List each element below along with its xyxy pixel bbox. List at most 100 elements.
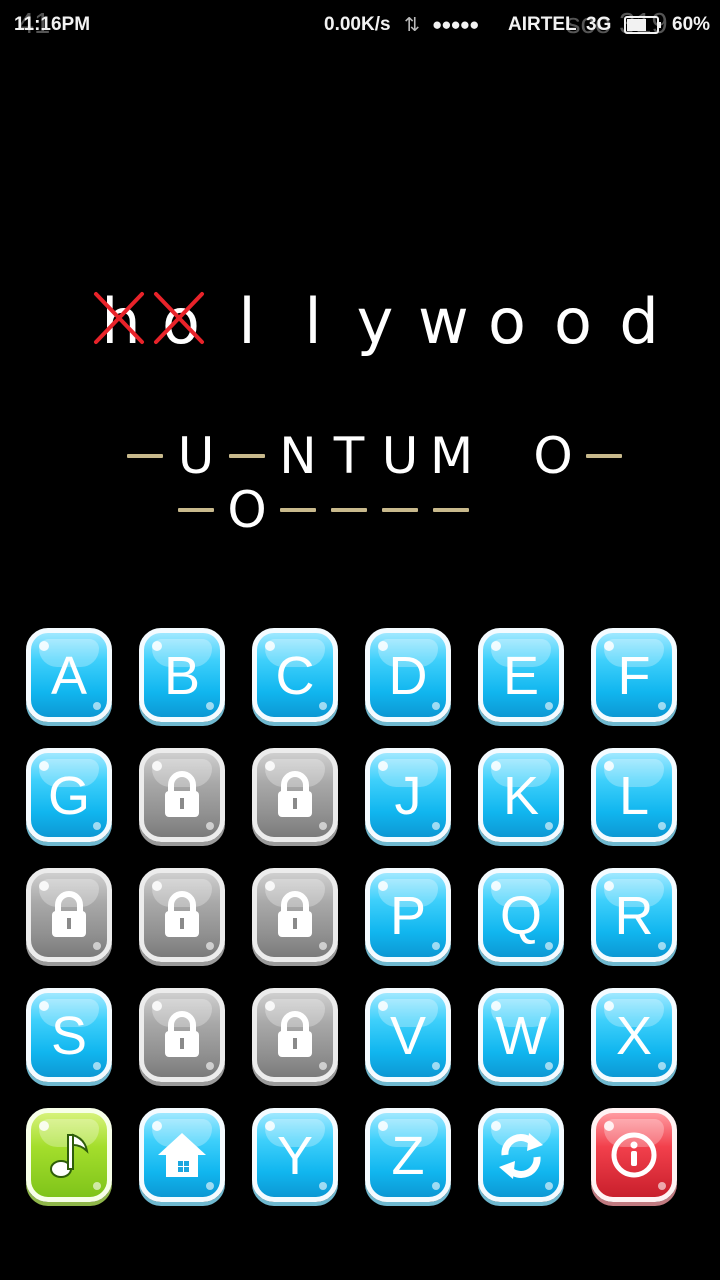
letter-key-a[interactable]: A	[26, 628, 112, 722]
letter-key-d[interactable]: D	[365, 628, 451, 722]
letter-key-s[interactable]: S	[26, 988, 112, 1082]
key-label: Q	[499, 886, 542, 946]
lock-icon	[165, 771, 199, 817]
puzzle-letter-slot	[226, 426, 268, 486]
key-label: R	[614, 886, 654, 946]
lock-icon	[165, 891, 199, 937]
key-label: A	[50, 646, 88, 706]
letter-key-v[interactable]: V	[365, 988, 451, 1082]
locked-letter-key	[139, 748, 225, 842]
used-word-letter: l	[238, 285, 256, 358]
key-label: P	[389, 886, 427, 946]
letter-key-c[interactable]: C	[252, 628, 338, 722]
locked-letter-key	[26, 868, 112, 962]
revealed-letter: U	[381, 427, 419, 485]
home-button[interactable]	[139, 1108, 225, 1202]
key-label: G	[47, 766, 90, 826]
info-button[interactable]	[591, 1108, 677, 1202]
blank-dash	[382, 508, 418, 512]
key-label: S	[50, 1006, 88, 1066]
puzzle-letter-slot: O	[532, 426, 574, 486]
key-label: V	[389, 1006, 427, 1066]
data-transfer-icon: ⇅	[404, 15, 420, 36]
used-word-letter: o	[488, 285, 526, 358]
restart-button[interactable]	[478, 1108, 564, 1202]
puzzle-letter-slot	[379, 480, 421, 540]
revealed-letter: O	[227, 481, 267, 539]
music-note-icon	[50, 1133, 89, 1178]
status-battery-percent: 60%	[672, 14, 711, 35]
info-icon	[611, 1132, 657, 1178]
blank-dash	[127, 454, 163, 458]
revealed-letter: M	[430, 427, 474, 485]
used-word-letter: d	[619, 285, 659, 358]
puzzle-letter-slot: U	[379, 426, 421, 486]
letter-key-p[interactable]: P	[365, 868, 451, 962]
letter-key-z[interactable]: Z	[365, 1108, 451, 1202]
locked-letter-key	[252, 988, 338, 1082]
puzzle-letter-slot	[328, 480, 370, 540]
cross-mark-icon	[154, 292, 204, 344]
status-carrier: AIRTEL	[508, 14, 577, 35]
status-time: 11:16PM	[14, 14, 91, 35]
refresh-icon	[499, 1133, 543, 1179]
key-label: C	[275, 646, 315, 706]
lock-icon	[165, 1011, 199, 1057]
key-label: K	[502, 766, 540, 826]
blank-dash	[280, 508, 316, 512]
battery-icon	[624, 16, 661, 34]
status-network-speed: 0.00K/s	[324, 14, 391, 35]
letter-key-e[interactable]: E	[478, 628, 564, 722]
used-word-letter: l	[304, 285, 322, 358]
letter-key-l[interactable]: L	[591, 748, 677, 842]
status-bar: 41 sco 319 11:16PM 0.00K/s ⇅ ●●●●● AIRTE…	[0, 0, 720, 52]
music-toggle-button[interactable]	[26, 1108, 112, 1202]
locked-letter-key	[139, 868, 225, 962]
letter-key-w[interactable]: W	[478, 988, 564, 1082]
blank-dash	[331, 508, 367, 512]
puzzle-letter-slot: N	[277, 426, 319, 486]
letter-key-x[interactable]: X	[591, 988, 677, 1082]
puzzle-letter-slot	[583, 426, 625, 486]
key-label: L	[618, 766, 650, 826]
puzzle-letter-slot	[124, 426, 166, 486]
used-word-letter: o	[554, 285, 592, 358]
letter-key-q[interactable]: Q	[478, 868, 564, 962]
letter-key-k[interactable]: K	[478, 748, 564, 842]
key-label: F	[617, 646, 651, 706]
key-label: E	[502, 646, 540, 706]
revealed-letter: U	[177, 427, 215, 485]
blank-dash	[586, 454, 622, 458]
revealed-letter: T	[333, 427, 365, 485]
blank-dash	[178, 508, 214, 512]
lock-icon	[278, 771, 312, 817]
key-label: Z	[391, 1126, 425, 1186]
puzzle-letter-slot: U	[175, 426, 217, 486]
key-label: J	[394, 766, 422, 826]
key-label: Y	[276, 1126, 314, 1186]
game-screen: 41 sco 319 11:16PM 0.00K/s ⇅ ●●●●● AIRTE…	[0, 0, 720, 1280]
puzzle-letter-slot: T	[328, 426, 370, 486]
locked-letter-key	[252, 868, 338, 962]
lock-icon	[52, 891, 86, 937]
letter-key-y[interactable]: Y	[252, 1108, 338, 1202]
lock-icon	[278, 1011, 312, 1057]
cross-mark-icon	[94, 292, 144, 344]
letter-key-j[interactable]: J	[365, 748, 451, 842]
blank-dash	[433, 508, 469, 512]
blank-dash	[229, 454, 265, 458]
letter-key-g[interactable]: G	[26, 748, 112, 842]
revealed-letter: N	[279, 427, 317, 485]
letter-key-b[interactable]: B	[139, 628, 225, 722]
key-label: D	[388, 646, 428, 706]
revealed-letter: O	[533, 427, 573, 485]
signal-strength-icon: ●●●●●	[432, 15, 479, 34]
status-network-type: 3G	[586, 14, 612, 35]
puzzle-letter-slot	[175, 480, 217, 540]
puzzle-letter-slot	[430, 480, 472, 540]
letter-key-r[interactable]: R	[591, 868, 677, 962]
letter-key-f[interactable]: F	[591, 628, 677, 722]
key-label: X	[615, 1006, 653, 1066]
locked-letter-key	[252, 748, 338, 842]
key-label: W	[495, 1006, 547, 1066]
